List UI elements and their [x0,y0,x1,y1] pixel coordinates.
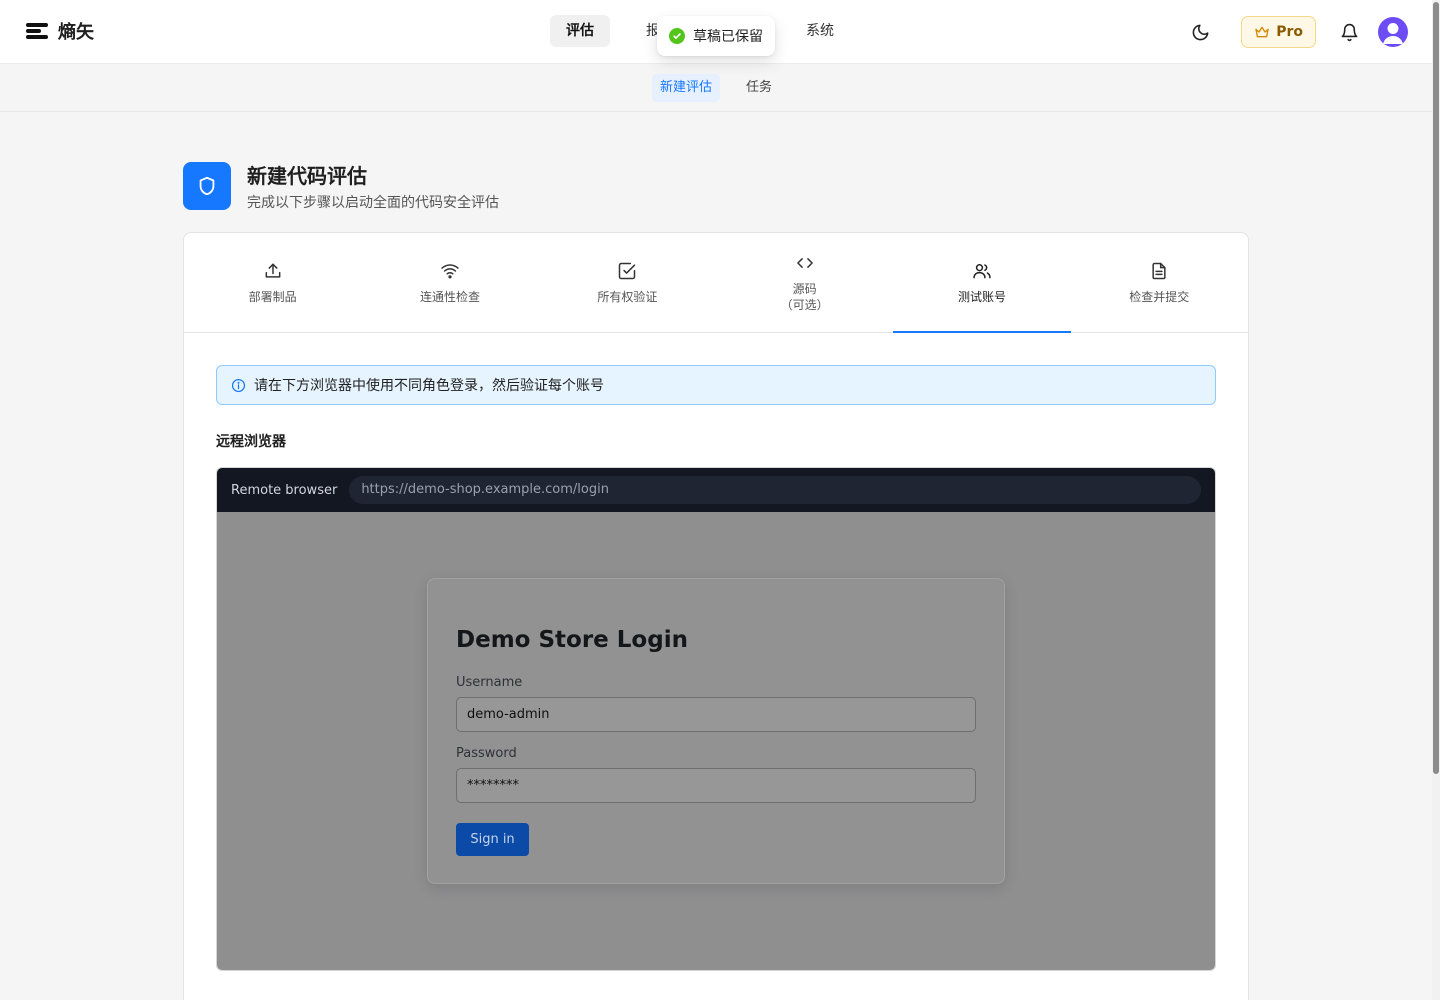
toast-message: 草稿已保留 [693,29,763,45]
user-avatar[interactable] [1378,17,1408,47]
nav-system[interactable]: 系统 [790,15,850,47]
nav-assessment[interactable]: 评估 [550,15,610,47]
checkbox-icon [619,262,636,279]
pro-button[interactable]: Pro [1241,16,1316,48]
step-connectivity-check[interactable]: 连通性检查 [361,233,538,332]
username-label: Username [456,675,523,690]
success-check-icon [669,28,685,44]
browser-label: Remote browser [231,482,338,498]
step-label: 连通性检查 [419,289,480,304]
step-label: 部署制品 [248,289,297,304]
user-icon [1383,23,1403,44]
brand[interactable]: 熵矢 [26,18,94,44]
step-ownership-verification[interactable]: 所有权验证 [539,233,716,332]
password-label: Password [456,746,517,761]
username-input[interactable]: demo-admin [456,697,976,732]
page-title: 新建代码评估 [247,164,367,188]
code-icon [796,257,813,268]
pro-label: Pro [1276,24,1303,40]
password-input[interactable]: ******** [456,768,976,803]
info-alert: 请在下方浏览器中使用不同角色登录，然后验证每个账号 [216,365,1216,405]
subnav-tasks[interactable]: 任务 [738,74,780,102]
assessment-card: 部署制品 连通性检查 所有权验证 源码 （可选） 测试账号 检查并提交 请在下方浏… [183,232,1249,1000]
browser-viewport[interactable]: Demo Store Login Username demo-admin Pas… [217,512,1215,970]
url-bar[interactable]: https://demo-shop.example.com/login [349,476,1201,504]
document-icon [1152,262,1166,279]
info-icon [231,378,246,392]
browser-toolbar: Remote browser https://demo-shop.example… [217,468,1215,512]
step-test-accounts[interactable]: 测试账号 [893,233,1071,333]
scrollbar-thumb[interactable] [1433,2,1439,774]
notification-bell-icon[interactable] [1332,15,1366,49]
step-deploy-artifact[interactable]: 部署制品 [184,233,361,332]
step-tabs: 部署制品 连通性检查 所有权验证 源码 （可选） 测试账号 检查并提交 [184,233,1248,333]
users-icon [973,263,991,278]
step-label: 所有权验证 [597,289,658,304]
step-label: 测试账号 [957,289,1006,304]
step-review-submit[interactable]: 检查并提交 [1071,233,1248,332]
remote-browser: Remote browser https://demo-shop.example… [216,467,1216,971]
login-title: Demo Store Login [456,627,688,653]
sign-in-button[interactable]: Sign in [456,823,529,856]
toast-notification: 草稿已保留 [657,16,775,56]
shield-icon [183,162,231,210]
page-subtitle: 完成以下步骤以启动全面的代码安全评估 [247,195,499,211]
page-scrollbar[interactable] [1432,0,1440,1000]
brand-logo-icon [26,23,48,39]
sub-nav: 新建评估 任务 [0,64,1432,112]
theme-toggle-moon-icon[interactable] [1183,15,1217,49]
subnav-new-assessment[interactable]: 新建评估 [651,73,720,102]
step-label: 检查并提交 [1129,289,1190,304]
header-tools: Pro [1183,15,1408,49]
login-form: Demo Store Login Username demo-admin Pas… [427,578,1005,884]
step-source-code[interactable]: 源码 （可选） [716,233,893,332]
page-header: 新建代码评估 完成以下步骤以启动全面的代码安全评估 [183,160,499,212]
section-title: 远程浏览器 [216,434,286,450]
info-message: 请在下方浏览器中使用不同角色登录，然后验证每个账号 [254,378,604,394]
brand-name: 熵矢 [58,22,94,43]
wifi-icon [441,263,459,278]
step-label: 源码 （可选） [780,281,829,312]
upload-icon [265,263,281,278]
crown-icon [1255,26,1269,38]
